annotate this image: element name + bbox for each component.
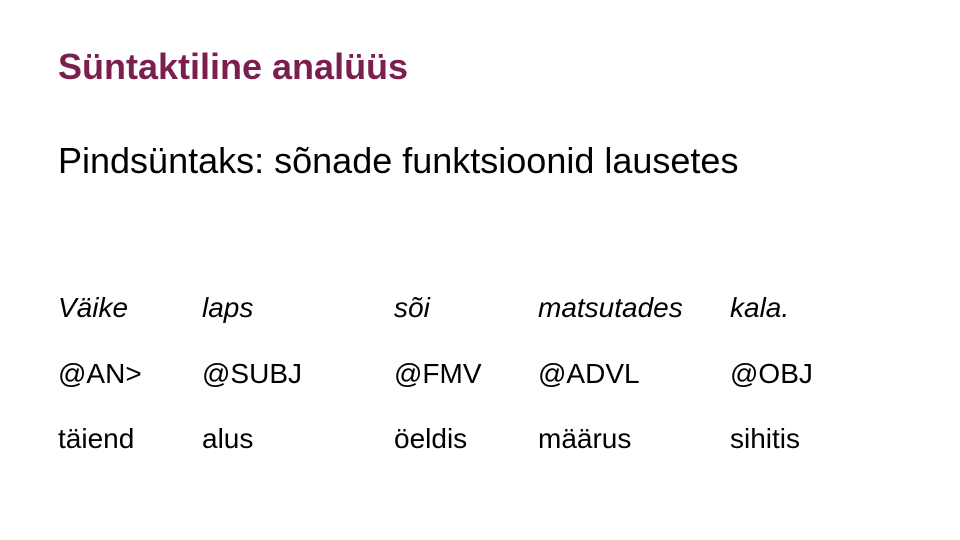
word-cell: matsutades bbox=[538, 292, 683, 323]
syntactic-tag-row: @AN> @SUBJ @FMV @ADVL @OBJ bbox=[0, 354, 960, 394]
tag-cell: @AN> bbox=[58, 358, 142, 389]
word-cell: sõi bbox=[394, 292, 430, 323]
example-sentence-row: Väike laps sõi matsutades kala. bbox=[0, 288, 960, 328]
slide-title: Süntaktiline analüüs bbox=[58, 46, 409, 87]
grammatical-role-row: täiend alus öeldis määrus sihitis bbox=[0, 419, 960, 459]
slide: Süntaktiline analüüs Pindsüntaks: sõnade… bbox=[0, 0, 960, 540]
role-cell: täiend bbox=[58, 423, 135, 454]
word-cell: laps bbox=[202, 292, 254, 323]
role-cell: öeldis bbox=[394, 423, 468, 454]
slide-subtitle: Pindsüntaks: sõnade funktsioonid lausete… bbox=[58, 140, 739, 181]
role-cell: määrus bbox=[538, 423, 632, 454]
role-cell: alus bbox=[202, 423, 254, 454]
role-cell: sihitis bbox=[730, 423, 801, 454]
word-cell: kala. bbox=[730, 292, 790, 323]
tag-cell: @SUBJ bbox=[202, 358, 302, 389]
tag-cell: @ADVL bbox=[538, 358, 640, 389]
tag-cell: @FMV bbox=[394, 358, 482, 389]
tag-cell: @OBJ bbox=[730, 358, 813, 389]
word-cell: Väike bbox=[58, 292, 129, 323]
